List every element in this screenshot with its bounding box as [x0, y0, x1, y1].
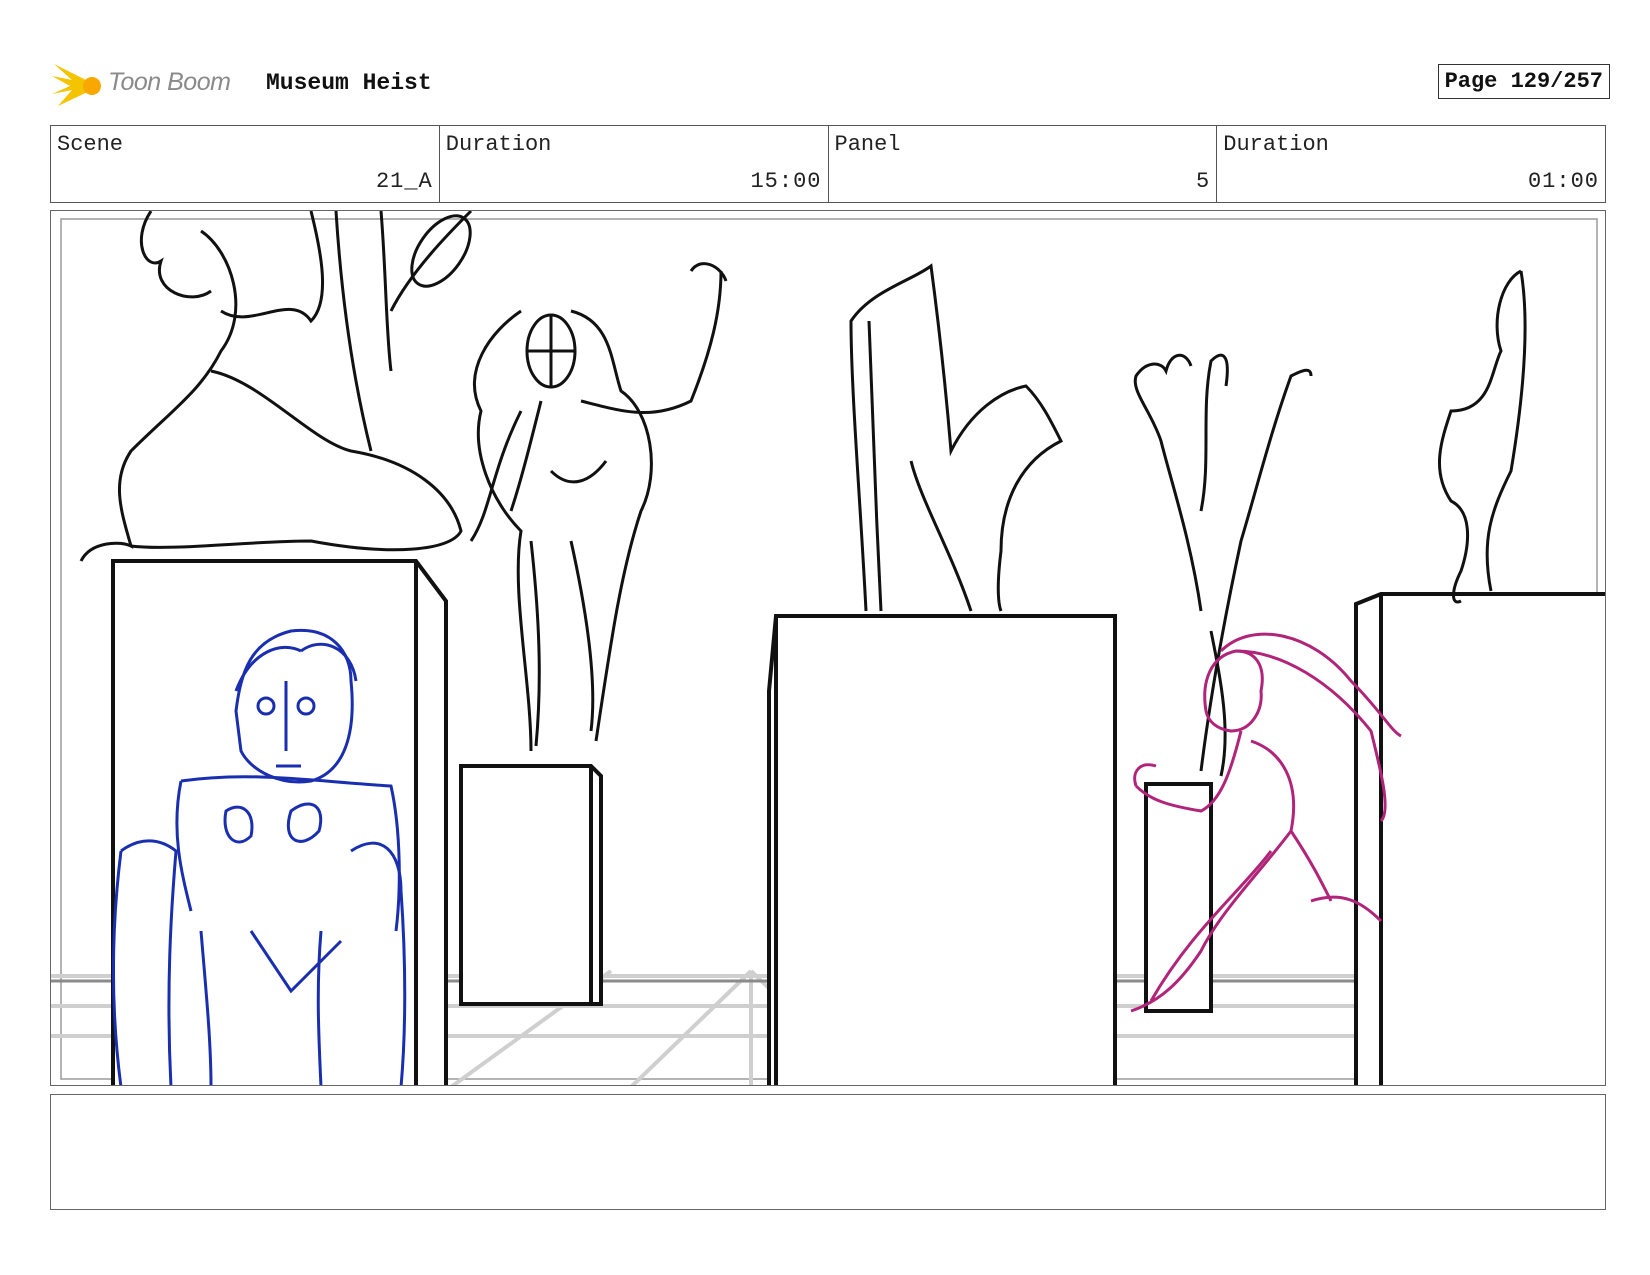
scene-duration-cell: Duration 15:00 [440, 126, 829, 202]
scene-value: 21_A [375, 169, 433, 194]
abstract-sculpture [849, 263, 1064, 612]
toon-boom-logo: Toon Boom [52, 58, 252, 112]
scene-duration-value: 15:00 [750, 169, 822, 194]
storyboard-header: Toon Boom Museum Heist Page 129/257 [52, 58, 1610, 112]
logo-wordmark: Toon Boom [108, 68, 231, 96]
panel-value: 5 [1196, 169, 1211, 194]
branch-sculpture [1133, 353, 1313, 777]
panel-notes-box [50, 1094, 1606, 1210]
scene-duration-label: Duration [445, 132, 552, 157]
scene-label: Scene [57, 132, 124, 157]
page-indicator: Page 129/257 [1437, 64, 1610, 99]
panel-duration-label: Duration [1223, 132, 1329, 157]
project-title: Museum Heist [266, 70, 432, 96]
starburst-icon [52, 64, 101, 106]
panel-duration-cell: Duration 01:00 [1217, 126, 1605, 202]
panel-duration-value: 01:00 [1527, 169, 1599, 194]
storyboard-panel [50, 210, 1606, 1086]
left-sculpture [79, 211, 473, 562]
panel-cell: Panel 5 [829, 126, 1218, 202]
far-right-sculpture [1437, 269, 1527, 604]
scene-cell: Scene 21_A [51, 126, 440, 202]
scene-info-table: Scene 21_A Duration 15:00 Panel 5 Durati… [50, 125, 1606, 203]
panel-label: Panel [834, 132, 901, 157]
panel-sketch [51, 211, 1605, 1085]
pedestals [111, 559, 1605, 1085]
center-sculpture [469, 262, 728, 752]
